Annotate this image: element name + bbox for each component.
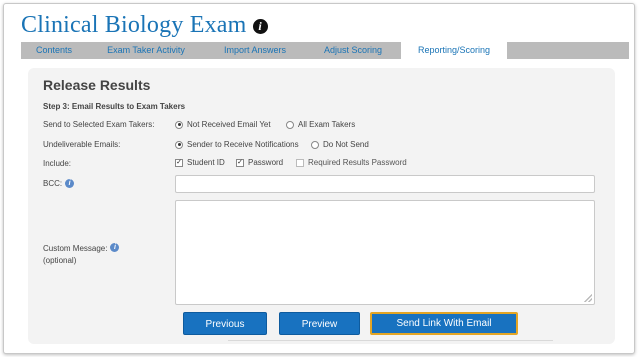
checkbox-unchecked[interactable]	[296, 158, 304, 167]
radio-all-exam-takers[interactable]: All Exam Takers	[286, 120, 355, 129]
info-icon[interactable]: i	[65, 179, 75, 188]
checkbox-required-results-password[interactable]: Required Results Password	[296, 158, 407, 167]
info-icon[interactable]: i	[252, 19, 268, 34]
header: Clinical Biology Exam i	[21, 10, 268, 40]
page-title: Clinical Biology Exam	[21, 11, 247, 38]
checkbox-password[interactable]: ✓ Password	[236, 158, 283, 167]
window-frame: Clinical Biology Exam i Contents Exam Ta…	[3, 3, 635, 354]
bcc-label: BCC:	[43, 179, 63, 188]
page: Clinical Biology Exam i Contents Exam Ta…	[0, 0, 640, 357]
release-results-panel: Release Results Step 3: Email Results to…	[28, 68, 615, 344]
checkbox-student-id[interactable]: ✓ Student ID	[175, 158, 225, 167]
radio-not-received[interactable]: Not Received Email Yet	[175, 120, 271, 129]
custom-message-label-row: Custom Message: i (optional)	[43, 243, 120, 267]
info-icon[interactable]: i	[110, 243, 120, 252]
tab-import-answers[interactable]: Import Answers	[205, 42, 305, 59]
radio-button[interactable]	[311, 140, 319, 149]
tab-reporting-scoring[interactable]: Reporting/Scoring	[401, 42, 507, 59]
checkbox-checked[interactable]: ✓	[175, 158, 183, 167]
send-link-with-email-button[interactable]: Send Link With Email	[370, 312, 518, 335]
tab-contents[interactable]: Contents	[21, 42, 87, 59]
radio-sender-notifications[interactable]: Sender to Receive Notifications	[175, 140, 299, 149]
include-label: Include:	[43, 159, 72, 168]
custom-message-textarea[interactable]	[175, 200, 595, 305]
undeliverable-label: Undeliverable Emails:	[43, 140, 121, 149]
previous-button[interactable]: Previous	[183, 312, 267, 335]
custom-message-label: Custom Message:	[43, 244, 108, 253]
checkbox-checked[interactable]: ✓	[236, 158, 244, 167]
radio-label: Do Not Send	[323, 140, 369, 149]
panel-heading: Release Results	[43, 77, 151, 93]
radio-button-selected[interactable]	[175, 120, 183, 129]
custom-message-sublabel: (optional)	[43, 256, 77, 265]
radio-label: Sender to Receive Notifications	[187, 140, 299, 149]
step-heading: Step 3: Email Results to Exam Takers	[43, 102, 186, 111]
tab-bar: Contents Exam Taker Activity Import Answ…	[21, 42, 629, 59]
radio-label: Not Received Email Yet	[187, 120, 271, 129]
preview-button[interactable]: Preview	[279, 312, 360, 335]
radio-button-selected[interactable]	[175, 140, 183, 149]
divider	[228, 340, 553, 341]
checkbox-label: Student ID	[187, 158, 225, 167]
radio-button[interactable]	[286, 120, 294, 129]
radio-do-not-send[interactable]: Do Not Send	[311, 140, 369, 149]
tab-adjust-scoring[interactable]: Adjust Scoring	[305, 42, 401, 59]
checkbox-label: Required Results Password	[308, 158, 407, 167]
checkbox-label: Password	[248, 158, 284, 167]
resize-handle-icon[interactable]	[584, 294, 592, 302]
bcc-label-row: BCC: i	[43, 179, 75, 188]
bcc-input[interactable]	[175, 175, 595, 193]
radio-label: All Exam Takers	[298, 120, 356, 129]
tab-exam-taker-activity[interactable]: Exam Taker Activity	[87, 42, 205, 59]
send-to-label: Send to Selected Exam Takers:	[43, 120, 155, 129]
